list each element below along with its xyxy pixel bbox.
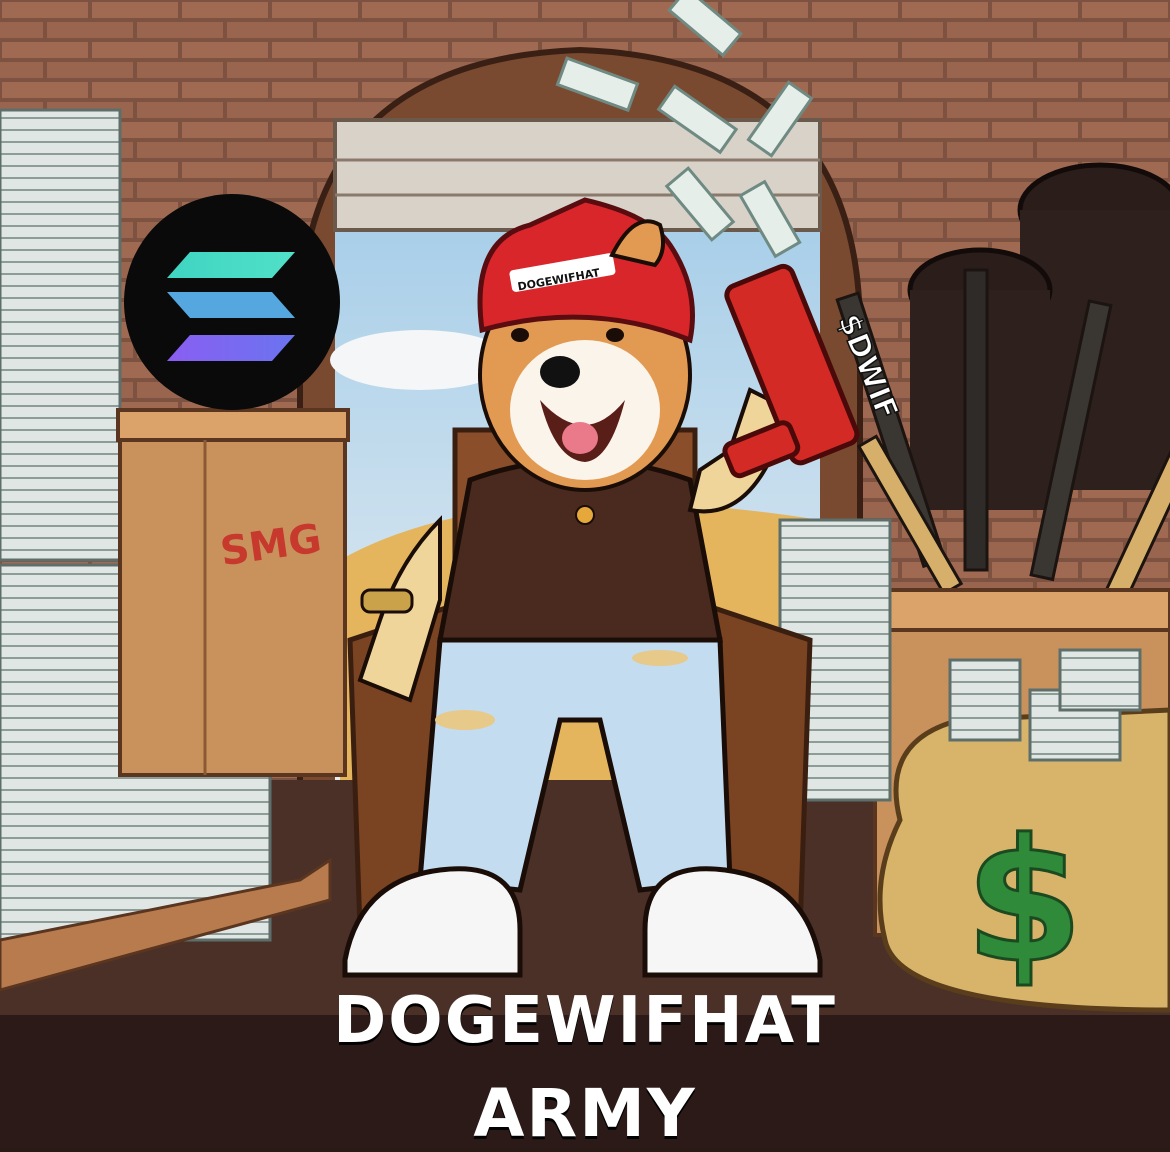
smg-crate (118, 418, 347, 777)
cash-stack-tall (0, 108, 122, 562)
illustration-scene: SMG $ DOGEWIFHAT $DWIF (0, 0, 1170, 1148)
caption-line-2: ARMY (473, 1075, 697, 1152)
watch-icon (360, 588, 414, 614)
bag-dollar-sign: $ (965, 803, 1083, 1001)
caption-line-1: DOGEWIFHAT (333, 984, 837, 1058)
solana-logo-icon (124, 194, 340, 410)
